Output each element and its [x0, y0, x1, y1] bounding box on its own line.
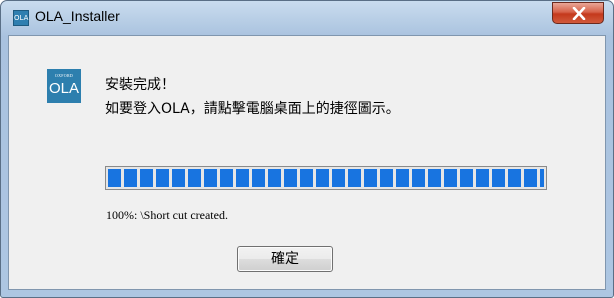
window-title: OLA_Installer	[35, 8, 120, 24]
close-x-icon	[572, 7, 586, 20]
app-icon: OLA	[13, 10, 29, 26]
progress-status-text: 100%: \Short cut created.	[106, 208, 228, 222]
instruction-message: 如要登入OLA，請點擊電腦桌面上的捷徑圖示。	[105, 101, 400, 117]
logo-brand-small: OXFORD	[54, 73, 74, 78]
title-bar[interactable]: OLA OLA_Installer	[1, 1, 613, 35]
progress-bar-fill	[108, 169, 544, 187]
logo-brand-main: OLA	[48, 80, 79, 97]
dialog-body: OXFORD OLA 安裝完成！ 如要登入OLA，請點擊電腦桌面上的捷徑圖示。 …	[8, 35, 606, 290]
close-button[interactable]	[552, 2, 604, 24]
progress-bar	[105, 166, 547, 190]
oxford-ola-logo: OXFORD OLA	[47, 69, 81, 103]
installer-window: OLA OLA_Installer OXFORD OLA 安裝完成！ 如要登入O…	[0, 0, 614, 298]
completion-message: 安裝完成！	[105, 77, 175, 93]
ok-button[interactable]: 確定	[237, 246, 333, 272]
